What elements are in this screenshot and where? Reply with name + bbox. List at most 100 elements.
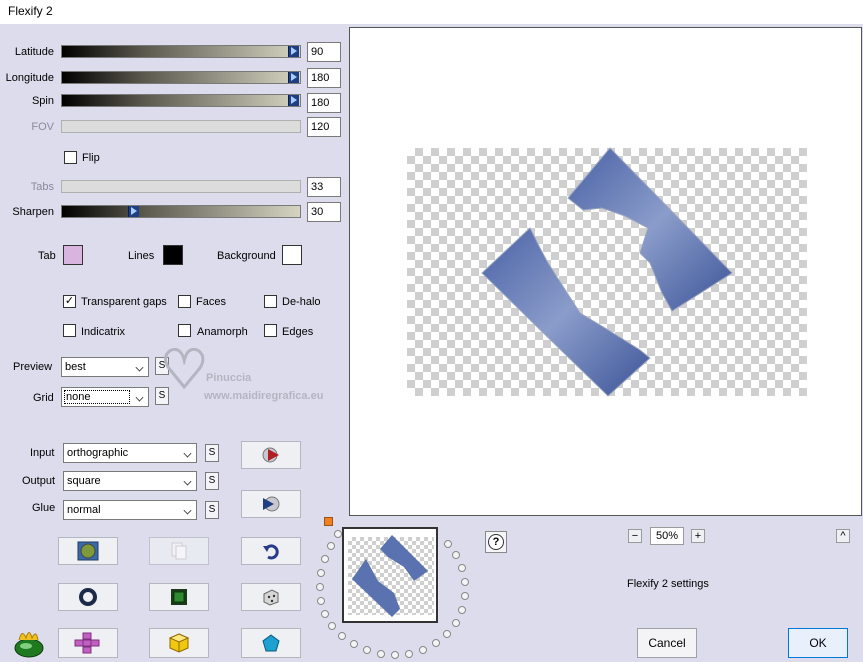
lines-color-swatch[interactable]	[163, 245, 183, 265]
nav-dot[interactable]	[377, 650, 385, 658]
nav-dot[interactable]	[321, 555, 329, 563]
spin-label: Spin	[31, 95, 54, 107]
nav-dot[interactable]	[327, 542, 335, 550]
navigator-thumbnail[interactable]	[342, 527, 438, 623]
help-icon: ?	[488, 534, 504, 550]
nav-dot[interactable]	[338, 632, 346, 640]
output-select[interactable]: square	[63, 471, 197, 491]
faces-checkbox[interactable]	[178, 295, 191, 308]
longitude-input[interactable]: 180	[307, 68, 341, 88]
input-select[interactable]: orthographic	[63, 443, 197, 463]
spin-slider-thumb[interactable]	[288, 95, 299, 106]
fov-input: 120	[307, 117, 341, 137]
glue-label: Glue	[32, 502, 56, 514]
chevron-down-icon	[135, 393, 144, 402]
sharpen-input[interactable]: 30	[307, 202, 341, 222]
tabs-slider	[61, 180, 301, 193]
longitude-slider-thumb[interactable]	[288, 72, 299, 83]
latitude-label: Latitude	[14, 46, 54, 58]
cancel-button[interactable]: Cancel	[637, 628, 697, 658]
longitude-slider[interactable]	[61, 71, 301, 84]
nav-dot[interactable]	[452, 551, 460, 559]
sharpen-label: Sharpen	[12, 206, 54, 218]
play-arrow-icon	[262, 447, 279, 463]
nav-dot[interactable]	[363, 646, 371, 654]
grid-value: none	[64, 390, 130, 404]
tiles-button[interactable]	[58, 628, 118, 658]
sharpen-slider[interactable]	[61, 205, 301, 218]
nav-dot[interactable]	[328, 622, 336, 630]
glue-select[interactable]: normal	[63, 500, 197, 520]
preview-canvas[interactable]	[349, 27, 862, 516]
copy-pages-icon	[171, 542, 187, 560]
transparent-gaps-checkbox[interactable]: ✓	[63, 295, 76, 308]
chevron-down-icon	[135, 363, 144, 372]
latitude-slider[interactable]	[61, 45, 301, 58]
collapse-up-button[interactable]: ^	[836, 529, 850, 543]
nav-dot[interactable]	[458, 564, 466, 572]
reset-view-icon[interactable]	[324, 517, 333, 526]
spin-input[interactable]: 180	[307, 93, 341, 113]
zoom-in-button[interactable]: +	[691, 529, 705, 543]
sharpen-slider-thumb[interactable]	[128, 206, 139, 217]
globe-button[interactable]	[58, 537, 118, 565]
pentagon-button[interactable]	[241, 628, 301, 658]
title-bar: Flexify 2	[0, 0, 863, 24]
latitude-input[interactable]: 90	[307, 42, 341, 62]
chevron-down-icon	[183, 477, 192, 486]
nav-dot[interactable]	[432, 639, 440, 647]
nav-dot[interactable]	[391, 651, 399, 659]
flip-checkbox[interactable]	[64, 151, 77, 164]
flip-label: Flip	[82, 152, 100, 164]
flexify-logo-icon	[12, 626, 46, 661]
nav-dot[interactable]	[452, 619, 460, 627]
anamorph-checkbox[interactable]	[178, 324, 191, 337]
nav-dot[interactable]	[443, 630, 451, 638]
zoom-out-button[interactable]: −	[628, 529, 642, 543]
tabs-label: Tabs	[30, 181, 54, 193]
nav-dot[interactable]	[444, 540, 452, 548]
glue-s-button[interactable]: S	[205, 501, 219, 519]
undo-button[interactable]	[241, 537, 301, 565]
thumbnail-image	[352, 535, 428, 617]
dice-icon	[263, 589, 279, 606]
indicatrix-checkbox[interactable]	[63, 324, 76, 337]
latitude-slider-thumb[interactable]	[288, 46, 299, 57]
nav-dot[interactable]	[350, 640, 358, 648]
nav-dot[interactable]	[321, 610, 329, 618]
ok-button[interactable]: OK	[788, 628, 848, 658]
input-s-button[interactable]: S	[205, 444, 219, 462]
frame-button[interactable]	[149, 583, 209, 611]
ring-button[interactable]	[58, 583, 118, 611]
random-button[interactable]	[241, 583, 301, 611]
preview-quality-select[interactable]: best	[61, 357, 149, 377]
nav-dot[interactable]	[405, 650, 413, 658]
background-color-swatch[interactable]	[282, 245, 302, 265]
longitude-label: Longitude	[5, 72, 54, 84]
anamorph-label: Anamorph	[197, 326, 248, 338]
cube-button[interactable]	[149, 628, 209, 658]
nav-dot[interactable]	[334, 530, 342, 538]
nav-dot[interactable]	[461, 578, 469, 586]
play-arrow-icon	[263, 496, 280, 512]
output-s-button[interactable]: S	[205, 472, 219, 490]
spin-slider[interactable]	[61, 94, 301, 107]
nav-dot[interactable]	[461, 592, 469, 600]
nav-dot[interactable]	[316, 583, 324, 591]
de-halo-checkbox[interactable]	[264, 295, 277, 308]
globe-icon	[77, 541, 99, 561]
help-button[interactable]: ?	[485, 531, 507, 553]
input-play-button[interactable]	[241, 441, 301, 469]
edges-checkbox[interactable]	[264, 324, 277, 337]
copy-button[interactable]	[149, 537, 209, 565]
tab-color-swatch[interactable]	[63, 245, 83, 265]
watermark-name: Pinuccia	[206, 372, 252, 384]
nav-dot[interactable]	[458, 606, 466, 614]
nav-dot[interactable]	[317, 569, 325, 577]
undo-arrow-icon	[263, 544, 279, 560]
output-play-button[interactable]	[241, 490, 301, 518]
preview-image	[481, 147, 733, 397]
nav-dot[interactable]	[419, 646, 427, 654]
nav-dot[interactable]	[317, 597, 325, 605]
grid-select[interactable]: none	[61, 387, 149, 407]
